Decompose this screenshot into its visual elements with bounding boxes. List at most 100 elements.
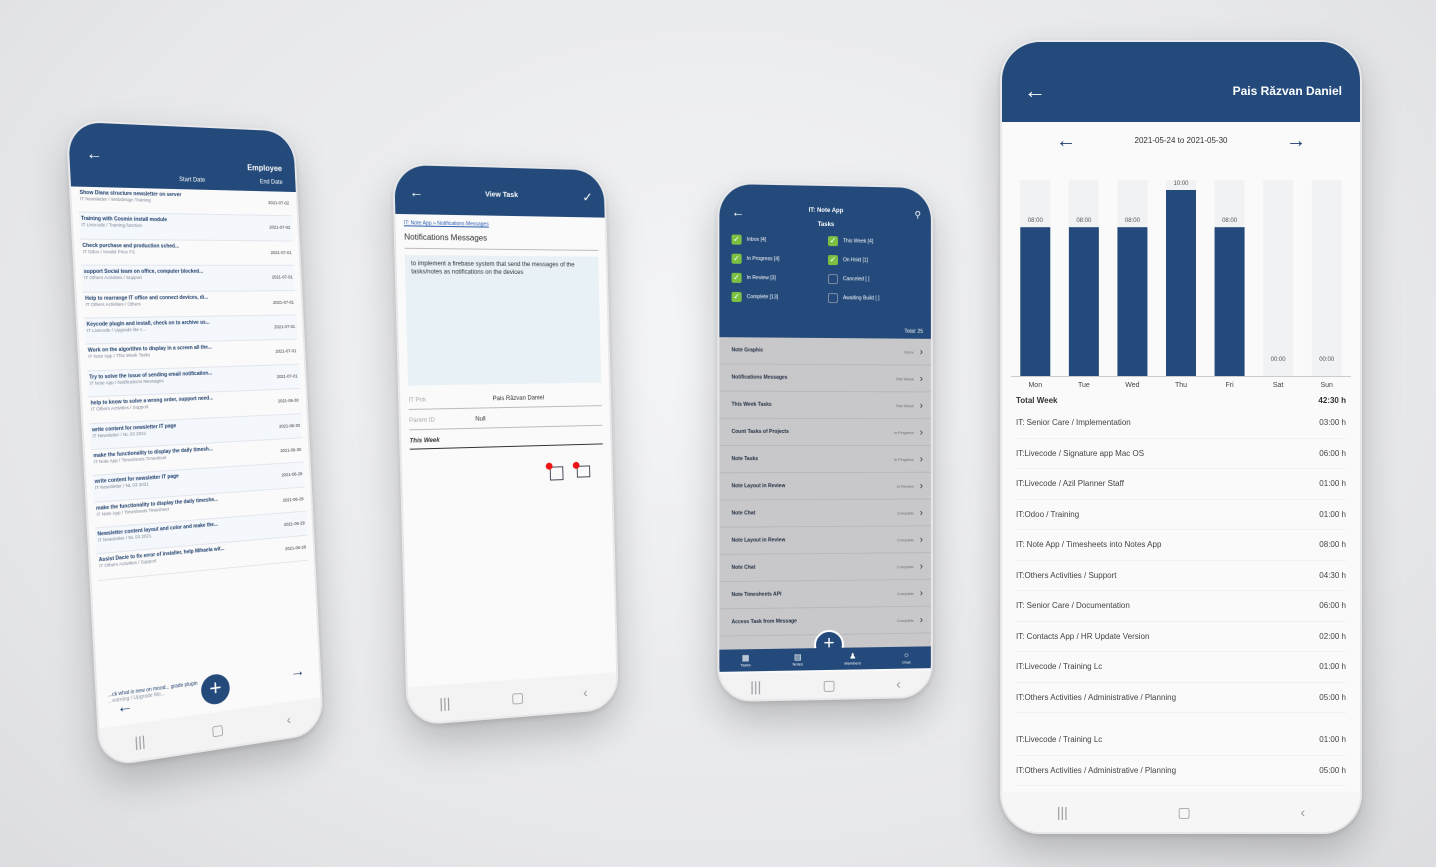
tab-chat[interactable]: ○ Chat	[902, 651, 910, 665]
timesheet-entry[interactable]: IT:Odoo / Training 01:00 h	[1016, 500, 1346, 530]
list-item-text: Help to rearrange IT office and connect …	[85, 294, 234, 314]
tasks-header: ← IT: Note App Tasks ⚲ ✓ Inbox [4] ✓ This W…	[719, 183, 931, 339]
schedule-select[interactable]: This Week	[409, 433, 603, 450]
status-filter-label: Awaiting Build [ ]	[842, 295, 880, 302]
back-icon[interactable]: ‹	[286, 711, 291, 727]
status-filter-checkbox[interactable]: ✓ This Week [4]	[827, 236, 923, 247]
list-item[interactable]: Note Graphic Inbox ›	[719, 337, 931, 366]
tab-notes[interactable]: ▤ Notes	[793, 652, 803, 666]
chevron-right-icon: ›	[919, 507, 924, 518]
tab-tasks[interactable]: ▦ Tasks	[740, 653, 750, 667]
total-week-label: Total Week	[1016, 396, 1058, 405]
timesheet-entry[interactable]: IT:Others Activities / Administrative / …	[1016, 756, 1346, 786]
timesheet-entry[interactable]: IT:Livecode / Training Lc 01:00 h	[1016, 725, 1346, 756]
list-item[interactable]: Note Tasks In Progress ›	[719, 445, 931, 474]
next-week-arrow-icon[interactable]: →	[1286, 130, 1306, 153]
parent-id-row[interactable]: Parent ID Null	[408, 413, 603, 431]
status-filter-checkbox[interactable]: ✓ In Progress [4]	[731, 253, 828, 265]
confirm-check-icon[interactable]: ✓	[582, 190, 593, 206]
assigned-user-row[interactable]: IT Pnk Pais Răzvan Daniel	[408, 394, 602, 410]
status-filter-label: On Hold [1]	[842, 257, 869, 264]
back-icon[interactable]: ‹	[1300, 804, 1305, 820]
attachment-actions	[545, 461, 591, 481]
list-item[interactable]: Note Timesheets API Complete ›	[719, 579, 931, 610]
timesheet-entry[interactable]: IT:Livecode / Signature app Mac OS 06:00 …	[1016, 439, 1346, 469]
timesheet-entry[interactable]: IT: Note App / Timesheets into Notes App…	[1016, 530, 1346, 561]
entry-project: IT: Senior Care / Documentation	[1016, 601, 1130, 611]
chevron-right-icon: ›	[919, 373, 924, 384]
bar-mon[interactable]	[1020, 227, 1051, 376]
home-icon[interactable]: ▢	[211, 720, 224, 739]
home-icon[interactable]: ▢	[822, 676, 835, 693]
timesheet-entry[interactable]: IT:Others Activities / Support 04:30 h	[1016, 561, 1346, 591]
prev-page-arrow-icon[interactable]: ←	[116, 697, 133, 718]
phone-project-tasks: ← IT: Note App Tasks ⚲ ✓ Inbox [4] ✓ This W…	[717, 181, 933, 703]
home-icon[interactable]: ▢	[511, 688, 524, 706]
back-arrow-icon[interactable]: ←	[1024, 78, 1046, 104]
status-filter-label: Canceled [ ]	[842, 276, 870, 283]
timesheet-entry[interactable]: IT: Senior Care / Implementation 03:00 h	[1016, 408, 1346, 439]
timesheet-entry[interactable]: IT:Others Activities / Administrative / …	[1016, 683, 1346, 713]
search-icon[interactable]: ⚲	[915, 210, 921, 221]
entry-project: IT: Senior Care / Implementation	[1016, 418, 1131, 428]
next-page-arrow-icon[interactable]: →	[290, 663, 305, 682]
status-filter-checkbox[interactable]: Awaiting Build [ ]	[827, 293, 923, 304]
list-item[interactable]: Help to rearrange IT office and connect …	[82, 290, 297, 319]
bar-fri[interactable]	[1214, 227, 1245, 376]
task-title-field[interactable]: Notifications Messages	[404, 232, 598, 251]
list-item[interactable]: Notifications Messages This Week ›	[719, 364, 931, 393]
back-icon[interactable]: ‹	[583, 684, 588, 700]
bar-track	[1263, 180, 1294, 376]
list-item-text: help to know to solve a wrong order, sup…	[90, 395, 238, 420]
status-filter-checkbox[interactable]: ✓ Inbox [4]	[731, 234, 828, 246]
checkbox-checked-icon: ✓	[731, 253, 742, 264]
list-item[interactable]: This Week Tasks This Week ›	[719, 391, 931, 420]
list-item[interactable]: Note Chat Complete ›	[719, 553, 931, 583]
status-filter-checkbox[interactable]: ✓ Complete [13]	[731, 291, 828, 303]
list-item[interactable]: Training with Cosmin install module IT Li…	[78, 213, 293, 242]
list-item[interactable]: Count Tasks of Projects In Progress ›	[719, 418, 931, 447]
start-date-label[interactable]: Start Date	[179, 177, 205, 184]
list-item[interactable]: Note Layout in Review In Review ›	[719, 472, 931, 501]
weekly-hours-chart: 08:00 Mon 08:00 Tue 08:00 Wed 10:00 Thu 08:00 Fri…	[1011, 180, 1351, 389]
list-item[interactable]: support Social team on office, computer …	[81, 265, 296, 293]
send-mail-icon[interactable]	[572, 461, 591, 478]
list-item[interactable]: Note Layout in Review Complete ›	[719, 526, 931, 555]
system-nav-bar: ||| ▢ ‹	[407, 672, 618, 725]
list-item[interactable]: Check purchase and production sched... IT…	[80, 239, 294, 266]
attach-file-icon[interactable]	[545, 462, 564, 481]
page-title: Pais Răzvan Daniel	[1232, 84, 1342, 98]
back-icon[interactable]: ‹	[896, 676, 901, 692]
phone-view-task: ← View Task ✓ IT: Note App » Notificatio…	[391, 162, 619, 727]
timesheet-entry[interactable]: IT: Contacts App / HR Update Version 02:0…	[1016, 622, 1346, 652]
back-arrow-icon[interactable]: ←	[85, 145, 102, 164]
recent-apps-icon[interactable]: |||	[439, 694, 450, 711]
bar-tue[interactable]	[1068, 227, 1099, 376]
timesheet-entry[interactable]: IT:Livecode / Training Lc 01:00 h	[1016, 652, 1346, 683]
status-filter-checkbox[interactable]: ✓ In Review [3]	[731, 272, 828, 284]
status-filter-checkbox[interactable]: Canceled [ ]	[827, 274, 923, 285]
tab-members[interactable]: ♟ Members	[844, 651, 861, 666]
end-date-label[interactable]: End Date	[260, 179, 283, 186]
recent-apps-icon[interactable]: |||	[1057, 804, 1068, 820]
task-meta-group: In Progress ›	[894, 427, 923, 438]
recent-apps-icon[interactable]: |||	[750, 678, 761, 694]
breadcrumb[interactable]: IT: Note App » Notifications Messages	[404, 220, 598, 229]
notes-icon: ▤	[793, 652, 802, 662]
chevron-right-icon: ›	[919, 399, 924, 411]
timesheet-entry[interactable]: IT: Senior Care / Documentation 06:00 h	[1016, 591, 1346, 622]
home-icon[interactable]: ▢	[1178, 804, 1191, 821]
total-week-value: 42:30 h	[1318, 396, 1346, 405]
bar-thu[interactable]	[1166, 190, 1196, 376]
task-meta-group: This Week ›	[895, 400, 923, 411]
timesheet-entry[interactable]: IT:Livecode / Azil Planner Staff 01:00 h	[1016, 469, 1346, 500]
phone-timesheet: ← Pais Răzvan Daniel ← 2021-05-24 to 202…	[1000, 40, 1362, 834]
status-filter-label: In Progress [4]	[746, 255, 780, 263]
add-task-button[interactable]: +	[200, 672, 231, 707]
status-filter-checkbox[interactable]: ✓ On Hold [1]	[827, 255, 923, 266]
task-meta-group: Complete ›	[897, 534, 923, 545]
list-item[interactable]: Note Chat Complete ›	[719, 499, 931, 528]
recent-apps-icon[interactable]: |||	[134, 732, 146, 750]
bar-wed[interactable]	[1117, 227, 1148, 376]
task-description-field[interactable]: to implement a firebase system that send…	[404, 254, 602, 386]
